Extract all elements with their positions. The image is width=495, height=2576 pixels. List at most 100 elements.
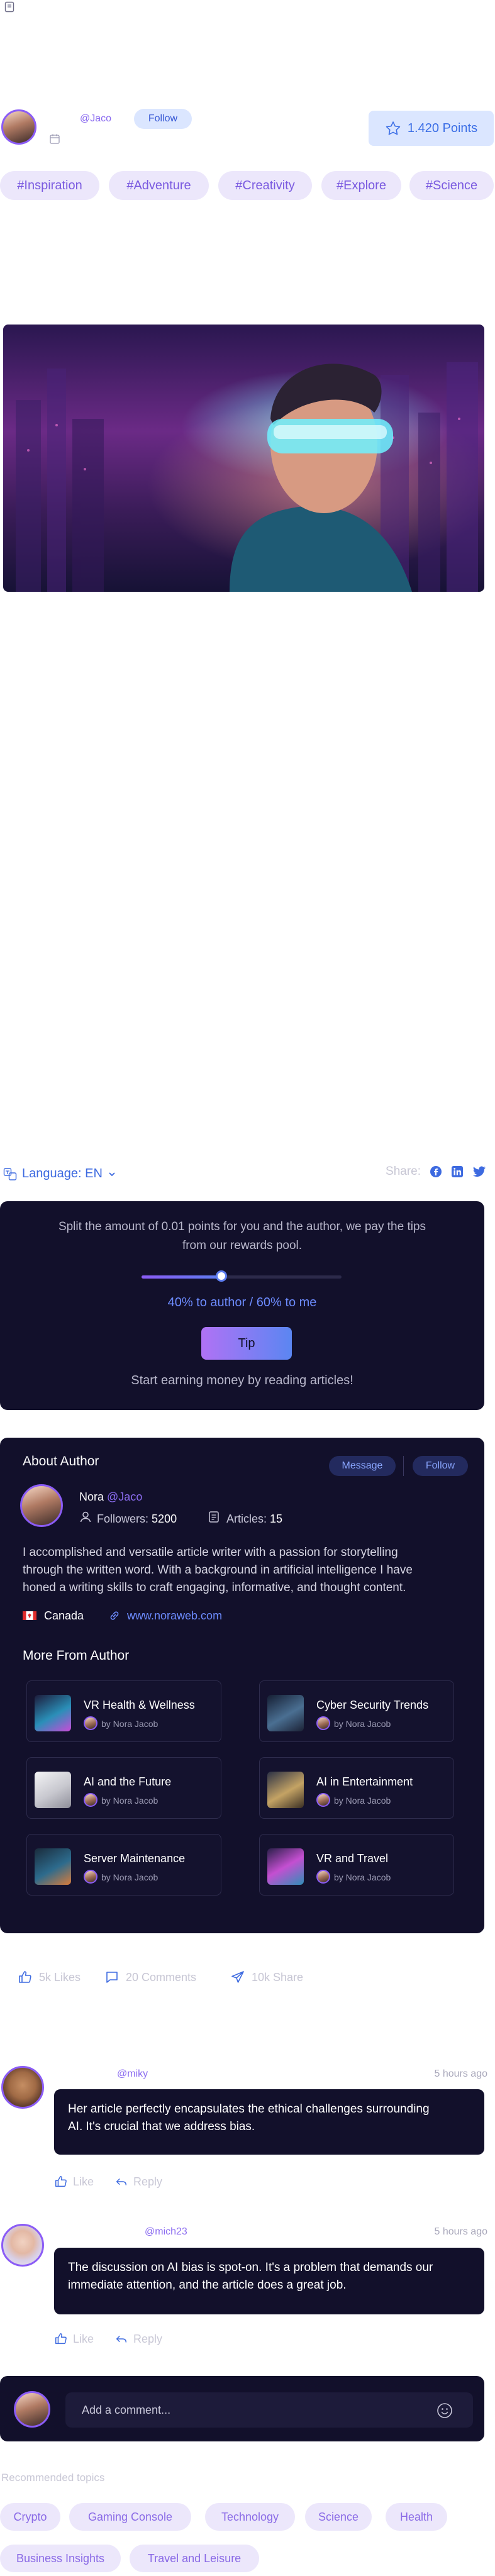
tag-inspiration[interactable]: #Inspiration	[0, 171, 99, 200]
comment-time: 5 hours ago	[434, 2226, 487, 2237]
article-title: VR and Travel	[316, 1852, 389, 1865]
avatar	[84, 1870, 97, 1884]
user-icon	[79, 1511, 92, 1523]
comment-bubble: Her article perfectly encapsulates the e…	[54, 2089, 484, 2155]
emoji-icon[interactable]	[437, 2402, 453, 2419]
article-byline: by Nora Jacob	[101, 1796, 159, 1806]
article-title: Server Maintenance	[84, 1852, 186, 1865]
tag-explore[interactable]: #Explore	[321, 171, 401, 200]
link-icon	[108, 1609, 121, 1622]
topic-tag[interactable]: Business Insights	[0, 2545, 121, 2572]
topic-tag[interactable]: Technology	[205, 2503, 295, 2531]
tag-science[interactable]: #Science	[409, 171, 494, 200]
article-thumbnail	[35, 1772, 71, 1808]
comment-reply-button[interactable]: Reply	[114, 2175, 162, 2189]
avatar	[14, 2391, 50, 2428]
author-website-link[interactable]: www.noraweb.com	[127, 1609, 222, 1623]
share-bar: Share:	[386, 1165, 486, 1179]
thumbs-up-icon	[54, 2175, 68, 2189]
follow-button[interactable]: Follow	[134, 109, 192, 129]
tip-button[interactable]: Tip	[201, 1327, 292, 1360]
facebook-icon[interactable]	[430, 1165, 442, 1178]
author-handle[interactable]: @Jaco	[80, 113, 111, 125]
article-card[interactable]: VR and Travel by Nora Jacob	[259, 1834, 454, 1896]
comment-like-button[interactable]: Like	[54, 2175, 94, 2189]
comment-bubble: The discussion on AI bias is spot-on. It…	[54, 2248, 484, 2314]
language-selector[interactable]: Language: EN	[3, 1167, 116, 1181]
author-avatar[interactable]	[1, 109, 36, 145]
comment-input[interactable]	[82, 2400, 421, 2420]
canada-flag-icon	[23, 1611, 36, 1620]
like-reaction[interactable]: 5k Likes	[18, 1970, 81, 1985]
article-card[interactable]: Server Maintenance by Nora Jacob	[26, 1834, 221, 1896]
article-card[interactable]: VR Health & Wellness by Nora Jacob	[26, 1680, 221, 1742]
topic-tag[interactable]: Health	[386, 2503, 447, 2531]
article-card[interactable]: AI and the Future by Nora Jacob	[26, 1757, 221, 1819]
thumbs-up-icon	[54, 2332, 68, 2346]
author-follow-button[interactable]: Follow	[413, 1456, 468, 1476]
avatar	[84, 1716, 97, 1730]
author-card-avatar[interactable]	[20, 1484, 63, 1527]
calendar-icon	[49, 133, 60, 145]
avatar[interactable]	[1, 2224, 44, 2267]
points-label: 1.420 Points	[407, 121, 478, 135]
tip-slider-track[interactable]	[142, 1275, 342, 1279]
topic-tag[interactable]: Crypto	[0, 2503, 60, 2531]
author-name: Nora @Jaco	[79, 1491, 142, 1504]
language-label: Language: EN	[22, 1167, 103, 1180]
twitter-icon[interactable]	[472, 1165, 486, 1178]
share-label: Share:	[386, 1165, 421, 1178]
topic-tag[interactable]: Travel and Leisure	[130, 2545, 259, 2572]
articles-label: Articles:	[226, 1513, 267, 1525]
about-author-title: About Author	[23, 1454, 99, 1468]
article-card[interactable]: Cyber Security Trends by Nora Jacob	[259, 1680, 454, 1742]
comment-like-button[interactable]: Like	[54, 2332, 94, 2346]
article-byline: by Nora Jacob	[334, 1872, 391, 1882]
likes-count: 5k Likes	[39, 1970, 81, 1984]
like-label: Like	[73, 2332, 94, 2345]
reply-label: Reply	[133, 2175, 163, 2188]
message-button[interactable]: Message	[329, 1456, 396, 1476]
like-label: Like	[73, 2175, 94, 2188]
share-reaction[interactable]: 10k Share	[230, 1970, 303, 1985]
article-thumbnail	[267, 1848, 304, 1885]
comment-username[interactable]: @mich23	[145, 2226, 187, 2238]
avatar	[316, 1793, 330, 1807]
tag-creativity[interactable]: #Creativity	[218, 171, 312, 200]
avatar[interactable]	[1, 2066, 44, 2109]
author-first-name: Nora	[79, 1491, 104, 1503]
reply-icon	[114, 2175, 128, 2189]
comment-text-line2: immediate attention, and the article doe…	[68, 2279, 347, 2292]
article-title: VR Health & Wellness	[84, 1699, 195, 1711]
points-button[interactable]: 1.420 Points	[369, 111, 494, 146]
comment-text-line1: The discussion on AI bias is spot-on. It…	[68, 2261, 433, 2274]
shares-count: 10k Share	[252, 1970, 304, 1984]
author-card-handle[interactable]: @Jaco	[107, 1491, 142, 1503]
comment-reply-button[interactable]: Reply	[114, 2332, 162, 2346]
avatar	[316, 1870, 330, 1884]
comment-reaction[interactable]: 20 Comments	[104, 1970, 196, 1985]
tip-text-line2: from our rewards pool.	[182, 1239, 303, 1252]
comment-username[interactable]: @miky	[117, 2068, 148, 2080]
send-icon	[230, 1970, 245, 1985]
linkedin-icon[interactable]	[451, 1165, 464, 1178]
topic-tag[interactable]: Gaming Console	[69, 2503, 191, 2531]
articles-stat: Articles: 15	[226, 1513, 282, 1526]
chevron-down-icon	[108, 1170, 116, 1179]
tip-slider-fill	[142, 1275, 222, 1279]
bookmark-icon[interactable]	[4, 1, 15, 13]
comment-icon	[104, 1970, 120, 1985]
author-bio-line1: I accomplished and versatile article wri…	[23, 1546, 398, 1559]
topic-tag[interactable]: Science	[305, 2503, 372, 2531]
tip-footer-text: Start earning money by reading articles!	[131, 1374, 353, 1387]
comment-time: 5 hours ago	[434, 2068, 487, 2079]
tag-adventure[interactable]: #Adventure	[109, 171, 209, 200]
article-title: Cyber Security Trends	[316, 1699, 429, 1711]
comments-count: 20 Comments	[126, 1970, 197, 1984]
comment-text-line2: AI. It's crucial that we address bias.	[68, 2120, 255, 2133]
tip-split-label: 40% to author / 60% to me	[167, 1296, 317, 1309]
article-byline: by Nora Jacob	[334, 1719, 391, 1729]
article-card[interactable]: AI in Entertainment by Nora Jacob	[259, 1757, 454, 1819]
thumbs-up-icon	[18, 1970, 33, 1985]
author-bio-line3: honed a writing skills to craft engaging…	[23, 1581, 406, 1594]
